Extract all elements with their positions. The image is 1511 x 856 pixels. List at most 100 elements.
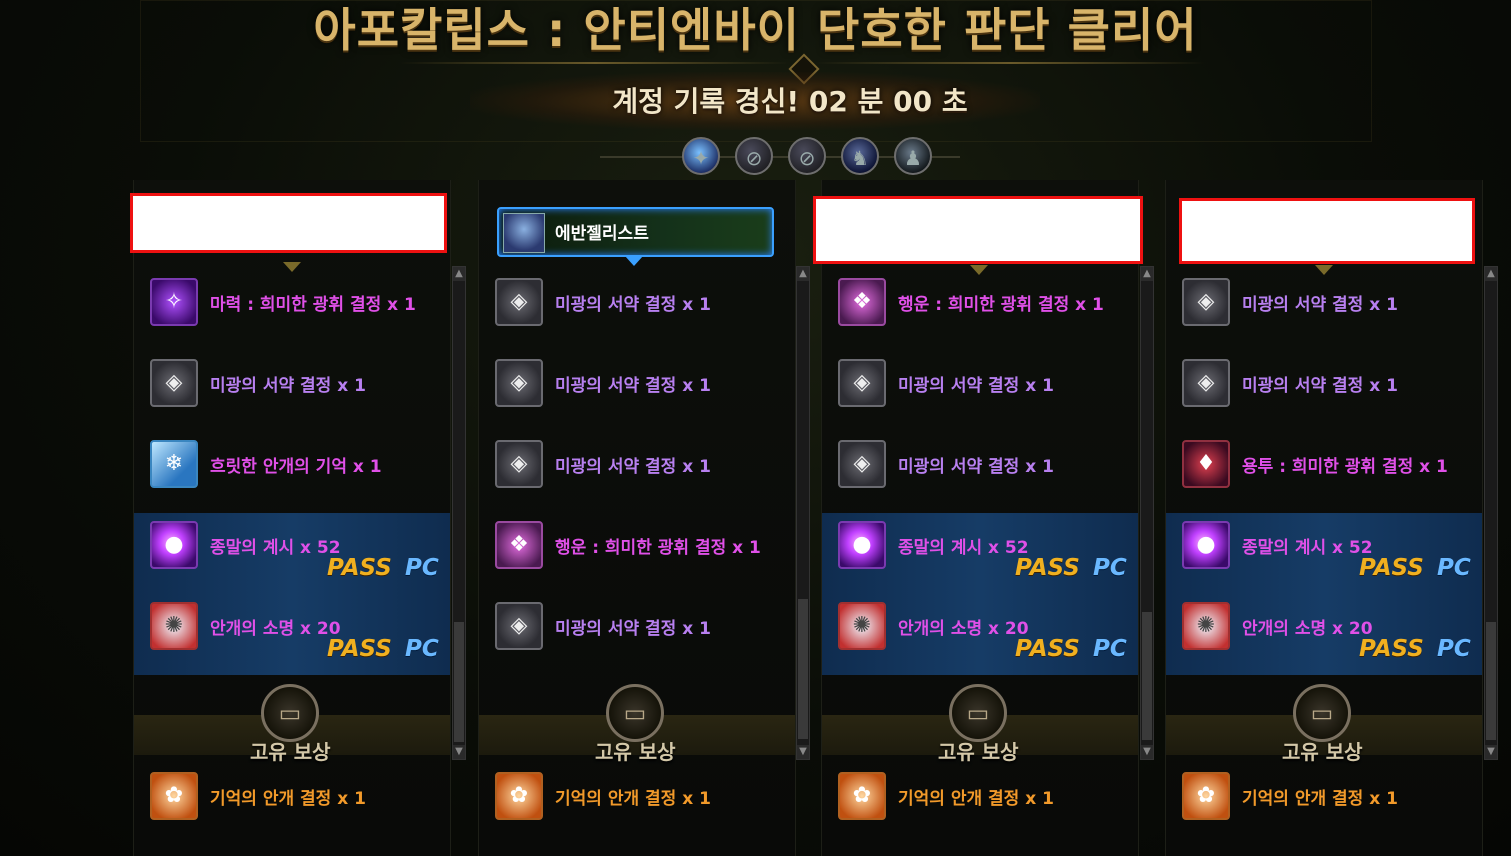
reward-item-text: 미광의 서약 결정 x 1 [555,619,711,639]
bonus-reward-row: ✿ 기억의 안개 결정 x 1 [134,764,450,845]
pass-badge: PASS [1015,636,1080,662]
reward-row-pass: ✺ 안개의 소명 x 20 PASS PC [1166,594,1482,675]
memory-mist-crystal-icon: ✿ [495,772,543,820]
reward-item-text: 미광의 서약 결정 x 1 [210,376,366,396]
oath-crystal-icon: ◈ [1182,278,1230,326]
redacted-character-header [130,193,447,253]
bonus-reward-row: ✿ 기억의 안개 결정 x 1 [479,764,795,845]
reward-row: ❖ 행운 : 희미한 광휘 결정 x 1 [479,513,795,594]
oath-crystal-icon: ◈ [150,359,198,407]
character-name: 에반젤리스트 [555,224,649,244]
reward-row: ◈ 미광의 서약 결정 x 1 [822,432,1138,513]
chest-icon: ▭ [606,684,664,742]
oath-crystal-icon: ◈ [495,440,543,488]
memory-mist-crystal-icon: ✿ [1182,772,1230,820]
reward-item-text: 안개의 소명 x 20 [210,619,341,639]
record-text: 계정 기록 경신! 02 분 00 초 [612,85,968,118]
reward-item-text: 미광의 서약 결정 x 1 [1242,376,1398,396]
chest-icon: ▭ [261,684,319,742]
reward-item-text: 미광의 서약 결정 x 1 [898,376,1054,396]
scrollbar[interactable]: ▲ ▼ [1140,266,1154,760]
reward-row: ◈ 미광의 서약 결정 x 1 [479,351,795,432]
party-portrait-2-icon: ♞ [841,137,879,175]
bonus-title: 고유 보상 [250,740,331,764]
oath-crystal-icon: ◈ [838,440,886,488]
bonus-item-text: 기억의 안개 결정 x 1 [210,789,366,809]
pass-badge: PASS [327,636,392,662]
scroll-down-icon[interactable]: ▼ [453,745,465,759]
chest-icon: ▭ [949,684,1007,742]
reward-item-text: 행운 : 희미한 광휘 결정 x 1 [898,295,1104,315]
scrollbar[interactable]: ▲ ▼ [796,266,810,760]
memory-mist-crystal-icon: ✿ [150,772,198,820]
magic-crystal-icon: ✧ [150,278,198,326]
dungeon-clear-title: 아포칼립스 : 안티엔바이 단호한 판단 클리어 [313,3,1198,57]
reward-item-text: 종말의 계시 x 52 [898,538,1029,558]
memory-mist-crystal-icon: ✿ [838,772,886,820]
empty-slot-icon: ⊘ [735,137,773,175]
pc-badge: PC [405,636,439,662]
empty-slot-icon: ⊘ [788,137,826,175]
scrollbar[interactable]: ▲ ▼ [1484,266,1498,760]
scroll-thumb[interactable] [1486,622,1496,740]
active-character-header: 에반젤리스트 [497,207,774,257]
oath-crystal-icon: ◈ [1182,359,1230,407]
chest-icon: ▭ [1293,684,1351,742]
doom-orb-icon: ● [150,521,198,569]
reward-item-text: 미광의 서약 결정 x 1 [555,295,711,315]
bonus-title: 고유 보상 [1282,740,1363,764]
bonus-title: 고유 보상 [938,740,1019,764]
luck-crystal-icon: ❖ [838,278,886,326]
reward-row: ◈ 미광의 서약 결정 x 1 [1166,351,1482,432]
reward-row-pass: ✺ 안개의 소명 x 20 PASS PC [134,594,450,675]
reward-column-4: ◈ 미광의 서약 결정 x 1 ◈ 미광의 서약 결정 x 1 ♦ 용투 : 희… [1165,180,1483,856]
reward-row: ◈ 미광의 서약 결정 x 1 [479,432,795,513]
mist-calling-icon: ✺ [838,602,886,650]
reward-row: ◈ 미광의 서약 결정 x 1 [1166,270,1482,351]
oath-crystal-icon: ◈ [495,602,543,650]
title-divider-right [815,62,1205,64]
scroll-up-icon[interactable]: ▲ [1141,267,1153,281]
pc-badge: PC [405,555,439,581]
doom-orb-icon: ● [1182,521,1230,569]
bonus-title: 고유 보상 [595,740,676,764]
reward-item-text: 미광의 서약 결정 x 1 [555,376,711,396]
scroll-down-icon[interactable]: ▼ [797,745,809,759]
bonus-item-text: 기억의 안개 결정 x 1 [898,789,1054,809]
character-portrait-icon [503,213,545,253]
reward-row: ❖ 행운 : 희미한 광휘 결정 x 1 [822,270,1138,351]
oath-crystal-icon: ◈ [495,359,543,407]
pass-badge: PASS [1015,555,1080,581]
reward-column-3: ❖ 행운 : 희미한 광휘 결정 x 1 ◈ 미광의 서약 결정 x 1 ◈ 미… [821,180,1139,856]
scroll-up-icon[interactable]: ▲ [453,267,465,281]
pass-badge: PASS [1359,636,1424,662]
scroll-thumb[interactable] [1142,612,1152,740]
reward-item-text: 용투 : 희미한 광휘 결정 x 1 [1242,457,1448,477]
reward-row: ❄ 흐릿한 안개의 기억 x 1 [134,432,450,513]
reward-row: ♦ 용투 : 희미한 광휘 결정 x 1 [1166,432,1482,513]
luck-crystal-icon: ❖ [495,521,543,569]
reward-row: ◈ 미광의 서약 결정 x 1 [822,351,1138,432]
pc-badge: PC [1437,636,1471,662]
scroll-down-icon[interactable]: ▼ [1141,745,1153,759]
doom-orb-icon: ● [838,521,886,569]
scroll-up-icon[interactable]: ▲ [1485,267,1497,281]
scroll-thumb[interactable] [798,599,808,739]
scrollbar[interactable]: ▲ ▼ [452,266,466,760]
reward-item-text: 안개의 소명 x 20 [1242,619,1373,639]
party-portrait-3-icon: ♟ [894,137,932,175]
scroll-down-icon[interactable]: ▼ [1485,745,1497,759]
reward-row: ◈ 미광의 서약 결정 x 1 [479,594,795,675]
reward-column-1: ✧ 마력 : 희미한 광휘 결정 x 1 ◈ 미광의 서약 결정 x 1 ❄ 흐… [133,180,451,856]
oath-crystal-icon: ◈ [838,359,886,407]
reward-row-pass: ● 종말의 계시 x 52 PASS PC [134,513,450,594]
scroll-thumb[interactable] [454,622,464,742]
pass-badge: PASS [1359,555,1424,581]
reward-item-text: 종말의 계시 x 52 [210,538,341,558]
redacted-character-header [813,196,1143,264]
header-pointer-icon [1315,265,1333,275]
scroll-up-icon[interactable]: ▲ [797,267,809,281]
reward-item-text: 행운 : 희미한 광휘 결정 x 1 [555,538,761,558]
reward-item-text: 흐릿한 안개의 기억 x 1 [210,457,382,477]
mist-calling-icon: ✺ [1182,602,1230,650]
